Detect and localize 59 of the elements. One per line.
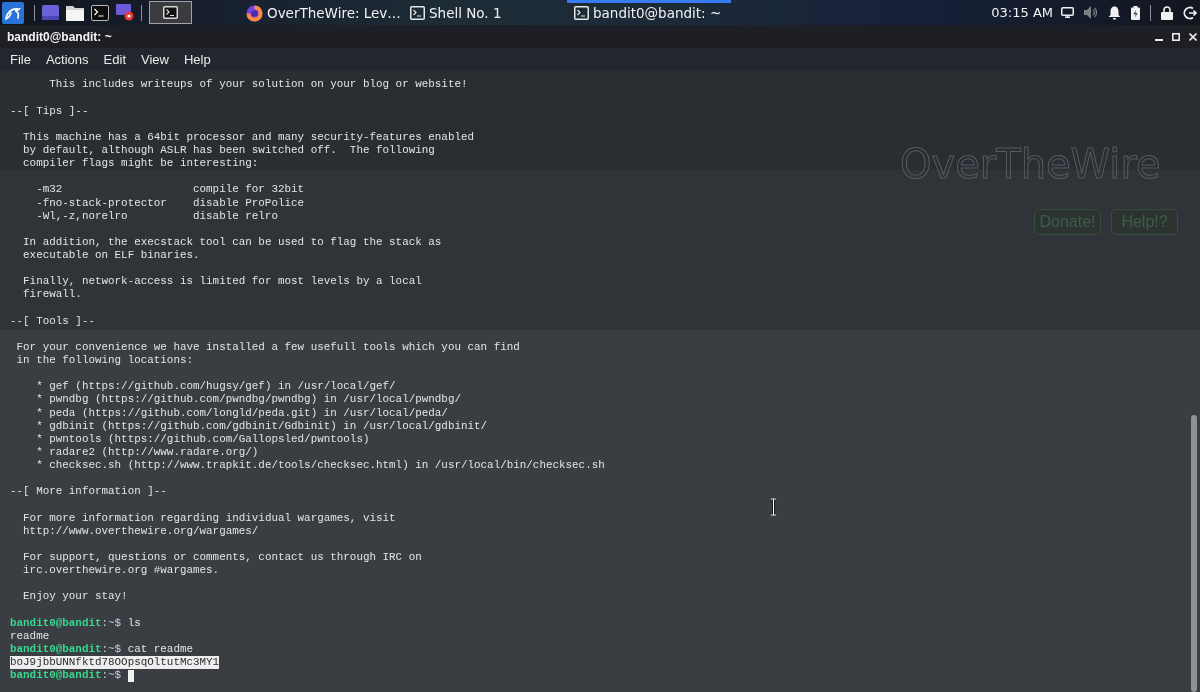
section-heading: --[ Tools ]--	[10, 314, 95, 328]
flag-description: compile for 32bit	[193, 183, 305, 197]
message-text: For your convenience we have installed a few usefull tools which you can find in the following locations:	[16, 340, 520, 368]
section-heading: --[ Tips ]--	[10, 104, 89, 118]
command-output: boJ9jbbUNNfktd78OOpsqOltutMc3MY1	[10, 655, 220, 669]
tool-list-item: * gdbinit (https://github.com/gdbinit/Gdbinit) in /usr/local/gdbinit/	[36, 419, 488, 433]
logout-icon[interactable]	[1183, 5, 1197, 20]
terminal-icon	[163, 6, 178, 19]
message-text: This machine has a 64bit processor and many security-features enabled by default, although ASLR has been switched off. The following compiler flags might be interesting:	[23, 130, 475, 171]
tool-list-item: * pwntools (https://github.com/Gallopsled/pwntools)	[36, 432, 370, 446]
terminal-icon	[574, 6, 589, 20]
task-button[interactable]: Shell No. 1	[403, 0, 567, 25]
message-text: For more information regarding individual wargames, visit http://www.overthewire.org/wargames/	[23, 511, 396, 538]
menu-item[interactable]: Actions	[38, 48, 97, 70]
shell-prompt: bandit0@bandit:~$	[10, 642, 122, 656]
menu-item[interactable]: File	[2, 48, 39, 70]
terminal-icon	[410, 6, 425, 20]
clock-text: 03:15 AM	[991, 5, 1053, 20]
message-text: In addition, the execstack tool can be used to flag the stack as executable on ELF binaries.	[23, 235, 442, 263]
shell-prompt: bandit0@bandit:~$	[10, 669, 122, 683]
tool-list-item: * pwndbg (https://github.com/pwndbg/pwndbg) in /usr/local/pwndbg/	[36, 393, 461, 407]
flag-description: disable relro	[193, 209, 278, 223]
menu-item[interactable]: Edit	[96, 48, 134, 70]
lock-icon[interactable]	[1161, 5, 1173, 20]
command-text: cat readme	[127, 642, 193, 656]
command-text: ls	[127, 616, 141, 630]
screen-record-icon[interactable]	[116, 4, 134, 21]
bell-icon[interactable]	[1108, 5, 1121, 20]
task-button[interactable]: OverTheWire: Lev…	[239, 0, 403, 25]
message-text: This includes writeups of your solution on your blog or website!	[49, 78, 468, 92]
close-icon[interactable]	[1189, 32, 1197, 41]
flag-text: -fno-stack-protector	[36, 196, 167, 210]
message-text: Finally, network-access is limited for most levels by a local firewall.	[23, 275, 422, 302]
tool-list-item: * peda (https://github.com/longld/peda.git) in /usr/local/peda/	[36, 406, 448, 420]
menu-item[interactable]: View	[133, 48, 177, 70]
flag-text: -m32	[36, 183, 63, 197]
terminal-icon[interactable]	[91, 4, 109, 21]
monitor-icon[interactable]	[1061, 7, 1074, 18]
workspace-button[interactable]	[149, 1, 192, 24]
ring-icon	[246, 4, 263, 22]
tool-list-item: * checksec.sh (http://www.trapkit.de/tools/checksec.html) in /usr/local/bin/checksec.sh	[36, 459, 605, 473]
command-output: readme	[10, 629, 50, 643]
menu-item[interactable]: Help	[176, 48, 219, 70]
shell-prompt: bandit0@bandit:~$	[10, 616, 122, 630]
speaker-icon[interactable]	[1084, 6, 1098, 19]
battery-icon[interactable]	[1131, 5, 1140, 20]
flag-description: disable ProPolice	[193, 196, 305, 210]
tool-list-item: * gef (https://github.com/hugsy/gef) in /usr/local/gef/	[36, 380, 396, 394]
window-title: bandit0@bandit: ~	[7, 29, 112, 44]
folder-icon[interactable]	[66, 4, 84, 21]
ibeam-pointer-icon	[769, 498, 778, 516]
section-heading: --[ More information ]--	[10, 485, 167, 499]
maximize-icon[interactable]	[1172, 32, 1180, 41]
tool-list-item: * radare2 (http://www.radare.org/)	[36, 445, 259, 459]
message-text: For support, questions or comments, contact us through IRC on irc.overthewire.org #wargames.	[23, 550, 422, 578]
scrollbar-thumb[interactable]	[1191, 415, 1197, 692]
logo-icon[interactable]	[2, 1, 24, 24]
flag-text: -Wl,-z,norelro	[36, 209, 128, 223]
message-text: Enjoy your stay!	[23, 590, 128, 604]
